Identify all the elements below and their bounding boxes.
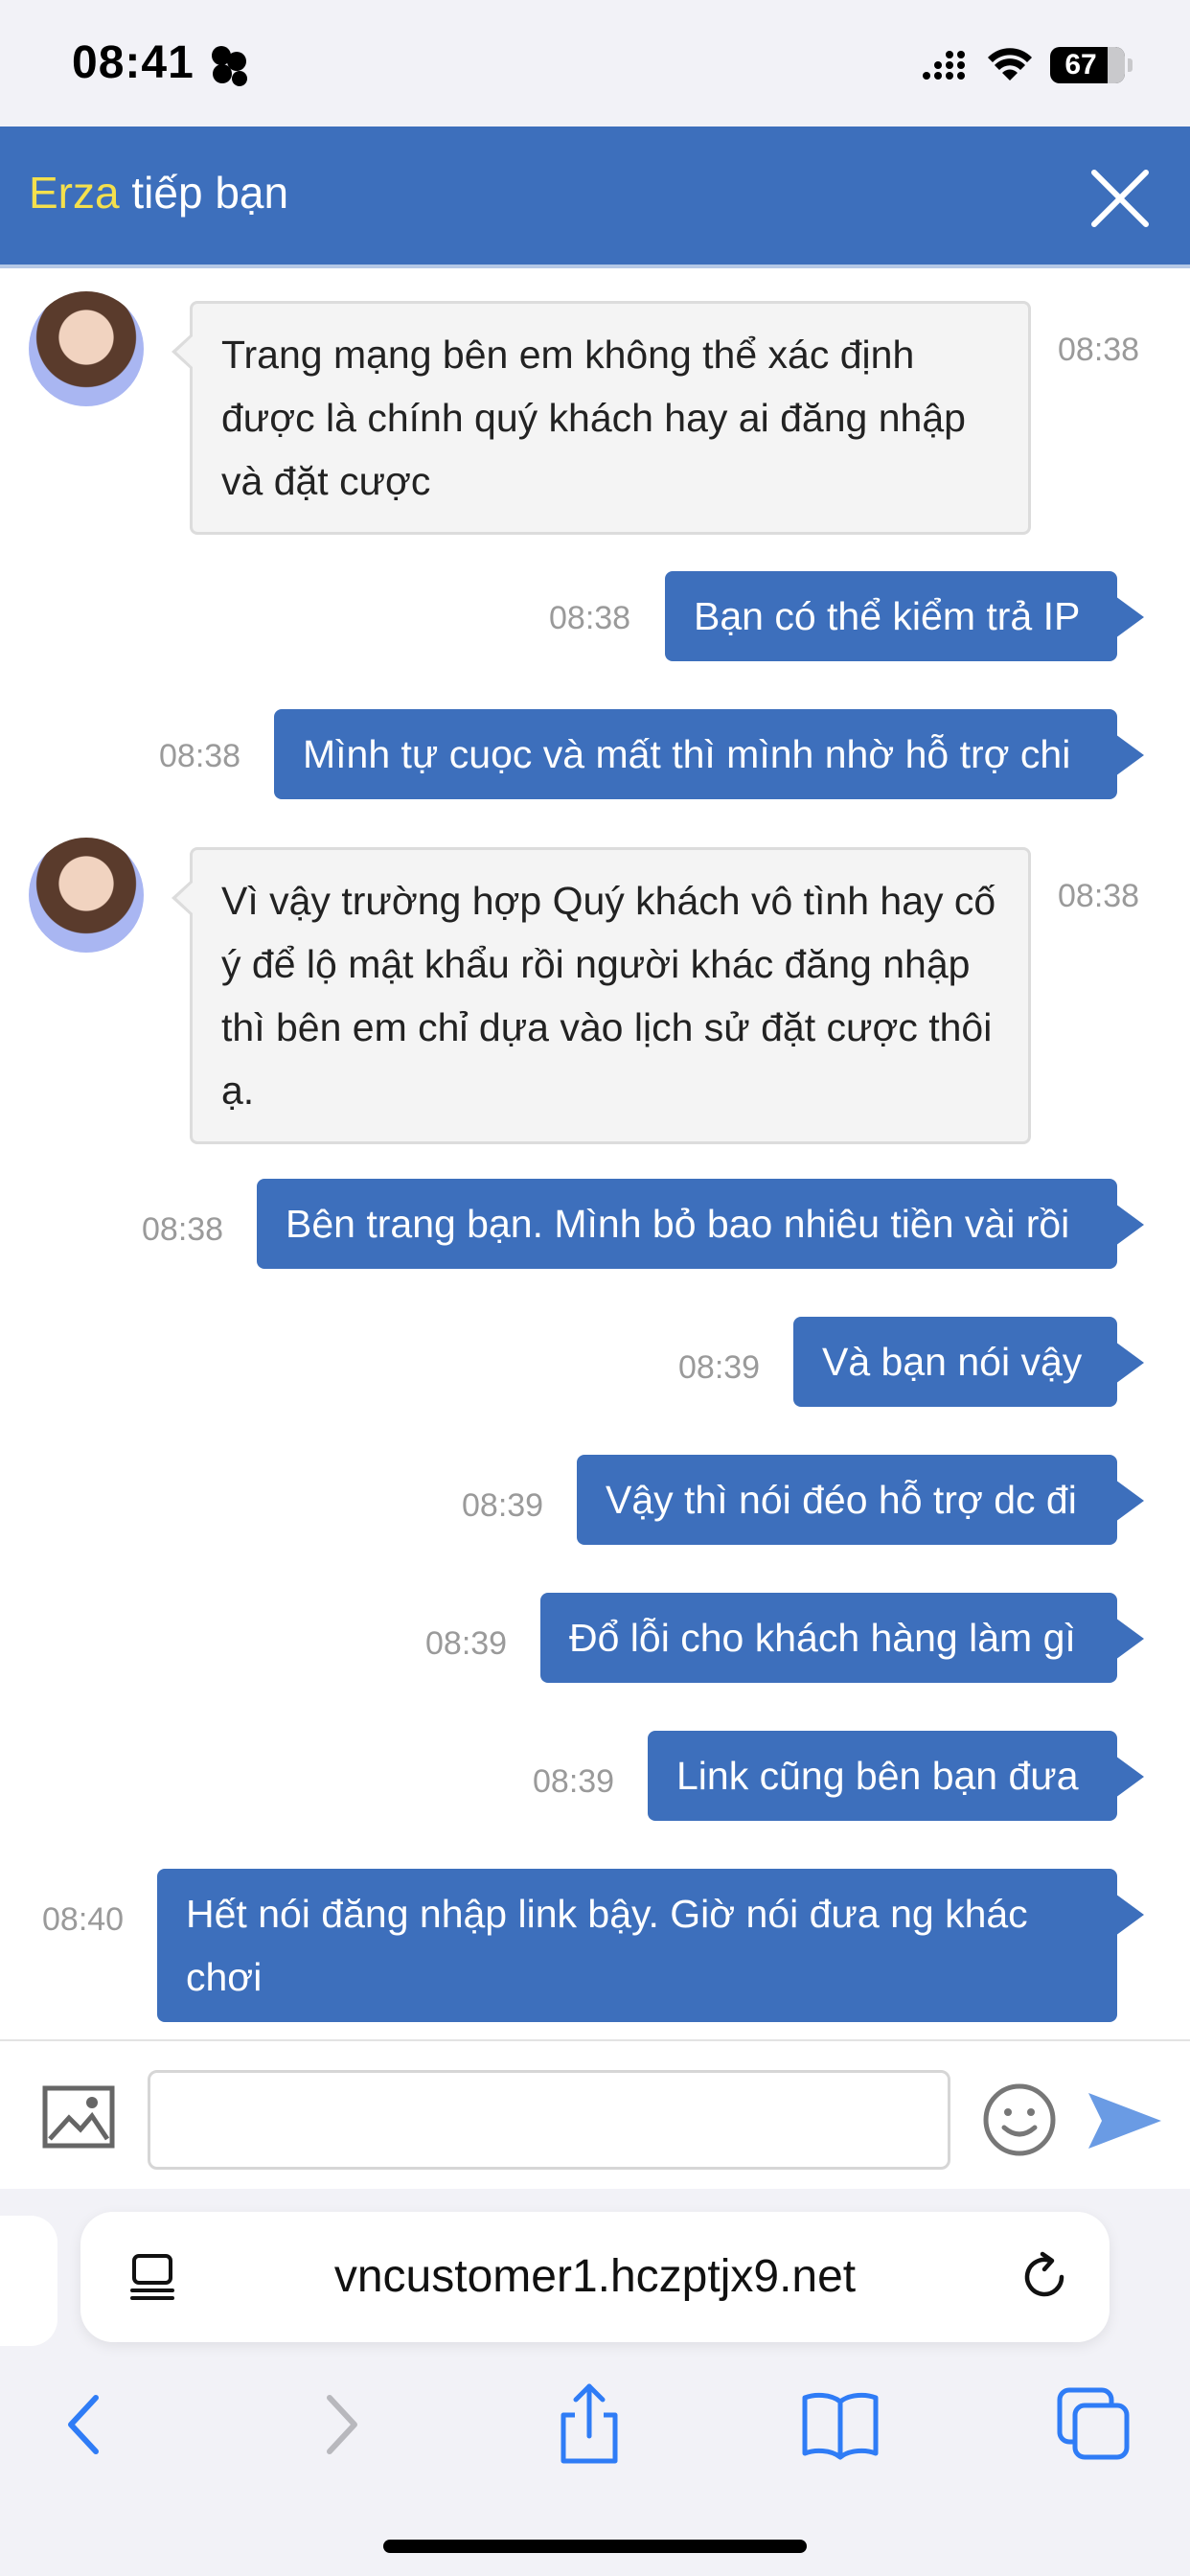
battery-level: 67 [1064, 49, 1097, 80]
outgoing-message-bubble: Bên trang bạn. Mình bỏ bao nhiêu tiền và… [257, 1179, 1144, 1269]
outgoing-message-bubble: Và bạn nói vậy [793, 1317, 1144, 1407]
focus-mode-icon [212, 46, 247, 86]
smiley-icon[interactable] [981, 2082, 1058, 2158]
send-icon[interactable] [1085, 2087, 1163, 2154]
outgoing-message-bubble: Vậy thì nói đéo hỗ trợ dc đi [577, 1455, 1144, 1545]
reload-icon[interactable] [1018, 2250, 1071, 2304]
header-title-suffix: tiếp bạn [119, 168, 289, 218]
incoming-message-bubble: Trang mạng bên em không thể xác định đượ… [172, 301, 1031, 535]
message-timestamp: 08:39 [425, 1625, 508, 1662]
message-input[interactable] [148, 2070, 950, 2170]
message-timestamp: 08:39 [678, 1349, 761, 1386]
message-timestamp: 08:38 [142, 1211, 224, 1248]
back-icon[interactable] [42, 2380, 128, 2467]
message-timestamp: 08:38 [1058, 332, 1140, 368]
incoming-message-bubble: Vì vậy trường hợp Quý khách vô tình hay … [172, 847, 1031, 1144]
forward-icon[interactable] [297, 2380, 383, 2467]
bookmarks-icon[interactable] [797, 2380, 883, 2467]
chat-header: Erza tiếp bạn [0, 126, 1190, 268]
status-icons: 67 [922, 42, 1133, 88]
agent-avatar [29, 291, 144, 406]
outgoing-message-bubble: Mình tự cuọc và mất thì mình nhờ hỗ trợ … [274, 709, 1144, 799]
message-timestamp: 08:39 [533, 1763, 615, 1800]
agent-name: Erza [29, 168, 120, 218]
composer-bar [0, 2039, 1190, 2189]
message-timestamp: 08:40 [42, 1901, 125, 1938]
share-icon[interactable] [546, 2380, 632, 2467]
outgoing-message-bubble: Link cũng bên bạn đưa [648, 1731, 1144, 1821]
outgoing-message-bubble: Hết nói đăng nhập link bậy. Giờ nói đưa … [157, 1869, 1144, 2022]
browser-nav-row [0, 2380, 1190, 2486]
status-time: 08:41 [72, 37, 195, 88]
status-bar: 08:41 67 [0, 0, 1190, 126]
cellular-signal-icon [923, 51, 965, 80]
outgoing-message-bubble: Bạn có thể kiểm trả IP [665, 571, 1144, 661]
home-indicator [383, 2540, 807, 2553]
tabs-icon[interactable] [1050, 2380, 1136, 2467]
message-timestamp: 08:38 [159, 738, 241, 774]
battery-cap [1128, 58, 1133, 72]
message-timestamp: 08:38 [1058, 878, 1140, 914]
agent-avatar [29, 838, 144, 953]
url-text: vncustomer1.hczptjx9.net [333, 2251, 857, 2302]
browser-toolbar: vncustomer1.hczptjx9.net [0, 2189, 1190, 2576]
outgoing-message-bubble: Đổ lỗi cho khách hàng làm gì [540, 1593, 1144, 1683]
header-title: Erza tiếp bạn [29, 167, 288, 218]
previous-tab-edge[interactable] [0, 2216, 57, 2346]
message-timestamp: 08:39 [462, 1487, 544, 1524]
message-timestamp: 08:38 [549, 600, 631, 636]
wifi-icon [988, 48, 1032, 80]
message-list[interactable]: Trang mạng bên em không thể xác định đượ… [0, 268, 1190, 2039]
image-icon[interactable] [42, 2085, 115, 2149]
address-bar[interactable]: vncustomer1.hczptjx9.net [80, 2212, 1110, 2342]
close-icon[interactable] [1087, 165, 1154, 232]
battery-indicator: 67 [1050, 47, 1125, 83]
